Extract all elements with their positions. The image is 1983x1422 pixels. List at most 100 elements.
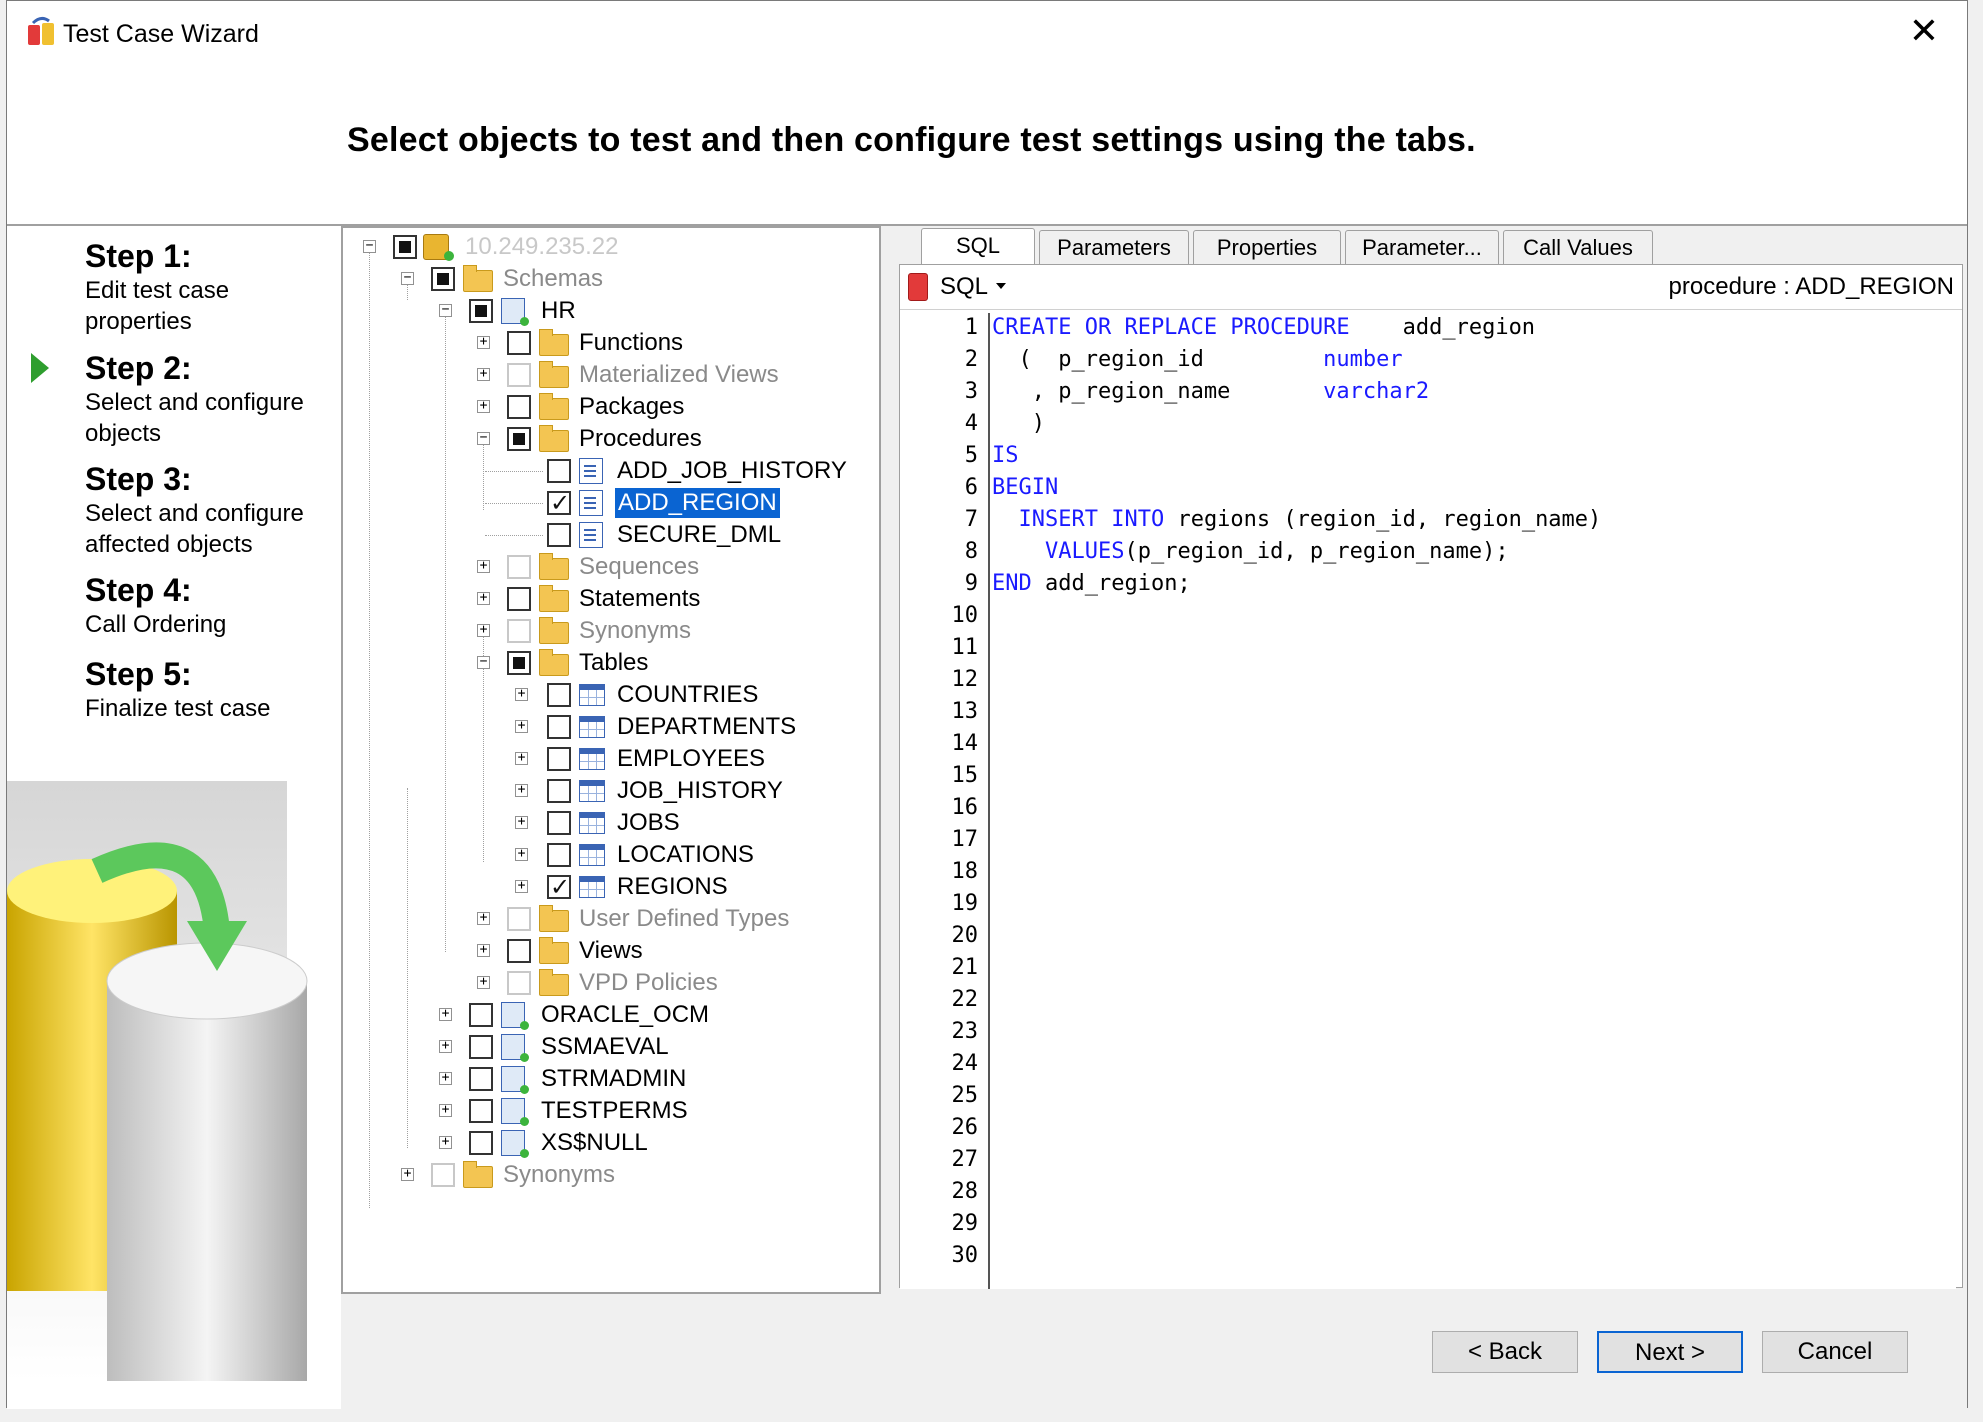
schema-icon (501, 1098, 529, 1126)
expand-icon[interactable]: + (515, 719, 528, 733)
folder-icon (539, 905, 569, 932)
schema-label: ORACLE_OCM (541, 1001, 710, 1028)
expand-icon[interactable]: + (477, 943, 490, 957)
checkbox[interactable] (507, 395, 531, 419)
checkbox[interactable] (547, 779, 571, 803)
expand-icon[interactable]: + (477, 367, 490, 381)
checkbox[interactable] (547, 843, 571, 867)
checkbox[interactable] (507, 907, 531, 931)
checkbox[interactable] (507, 587, 531, 611)
checkbox[interactable] (507, 619, 531, 643)
checkbox[interactable] (547, 715, 571, 739)
expand-icon[interactable]: + (477, 335, 490, 349)
close-icon[interactable]: ✕ (1909, 13, 1939, 49)
collapse-icon[interactable]: − (363, 239, 376, 253)
expand-icon[interactable]: + (439, 1103, 452, 1117)
schema-icon (501, 1002, 529, 1030)
object-label: procedure : ADD_REGION (1668, 273, 1954, 300)
schema-icon (501, 298, 529, 326)
checkbox[interactable] (547, 683, 571, 707)
step-title: Step 3: (85, 461, 192, 497)
checkbox[interactable] (469, 1131, 493, 1155)
expand-icon[interactable]: + (515, 815, 528, 829)
expand-icon[interactable]: + (477, 399, 490, 413)
tab-call-values[interactable]: Call Values (1503, 230, 1653, 264)
checkbox[interactable] (547, 459, 571, 483)
code-area[interactable]: 1 2 3 4 5 6 7 8 9 10 11 12 13 14 15 16 17 18 19 20 21 22 23 24 2… (900, 311, 1956, 1289)
code-line: END add_region; (992, 571, 1191, 596)
step-3: Step 3: Select and configure affected ob… (85, 461, 325, 560)
line-number: 29 (951, 1211, 979, 1236)
back-button[interactable]: < Back (1432, 1331, 1578, 1373)
folder-label: Tables (579, 649, 649, 676)
table-label: COUNTRIES (617, 681, 759, 708)
checkbox[interactable] (507, 331, 531, 355)
schema-label: HR (541, 297, 576, 324)
cancel-button[interactable]: Cancel (1762, 1331, 1908, 1373)
collapse-icon[interactable]: − (477, 655, 490, 669)
collapse-icon[interactable]: − (439, 303, 452, 317)
checkbox-checked[interactable] (547, 872, 571, 902)
checkbox[interactable] (507, 651, 531, 675)
expand-icon[interactable]: + (515, 879, 528, 893)
checkbox[interactable] (469, 299, 493, 323)
table-icon (579, 876, 605, 898)
checkbox[interactable] (547, 747, 571, 771)
expand-icon[interactable]: + (401, 1167, 414, 1181)
collapse-icon[interactable]: − (477, 431, 490, 445)
checkbox[interactable] (547, 523, 571, 547)
sql-mode-dropdown[interactable]: SQL (940, 273, 988, 301)
expand-icon[interactable]: + (439, 1007, 452, 1021)
checkbox[interactable] (507, 363, 531, 387)
sql-database-icon (908, 273, 928, 301)
procedure-label: SECURE_DML (617, 521, 782, 548)
checkbox[interactable] (431, 1163, 455, 1187)
checkbox[interactable] (469, 1099, 493, 1123)
expand-icon[interactable]: + (477, 623, 490, 637)
expand-icon[interactable]: + (477, 975, 490, 989)
next-button[interactable]: Next > (1597, 1331, 1743, 1373)
line-number: 19 (951, 891, 979, 916)
checkbox[interactable] (547, 811, 571, 835)
folder-icon (539, 425, 569, 452)
checkbox[interactable] (507, 939, 531, 963)
checkbox[interactable] (469, 1035, 493, 1059)
checkbox[interactable] (431, 267, 455, 291)
chevron-down-icon[interactable] (996, 283, 1006, 289)
line-number: 11 (951, 635, 979, 660)
folder-label: Sequences (579, 553, 700, 580)
collapse-icon[interactable]: − (401, 271, 414, 285)
expand-icon[interactable]: + (439, 1039, 452, 1053)
checkbox[interactable] (393, 235, 417, 259)
folder-label: Synonyms (579, 617, 692, 644)
line-number: 12 (951, 667, 979, 692)
expand-icon[interactable]: + (515, 847, 528, 861)
checkbox[interactable] (469, 1067, 493, 1091)
expand-icon[interactable]: + (477, 559, 490, 573)
tab-properties[interactable]: Properties (1193, 230, 1341, 264)
checkbox[interactable] (507, 971, 531, 995)
expand-icon[interactable]: + (477, 591, 490, 605)
expand-icon[interactable]: + (515, 783, 528, 797)
table-icon (579, 812, 605, 834)
line-number: 21 (951, 955, 979, 980)
folder-icon (539, 649, 569, 676)
tab-parameter-more[interactable]: Parameter... (1345, 230, 1499, 264)
expand-icon[interactable]: + (515, 687, 528, 701)
checkbox[interactable] (507, 555, 531, 579)
object-tree[interactable]: − 10.249.235.22 − Schemas − HR + Functio… (341, 226, 881, 1294)
checkbox[interactable] (469, 1003, 493, 1027)
procedure-label: ADD_JOB_HISTORY (617, 457, 847, 484)
expand-icon[interactable]: + (477, 911, 490, 925)
folder-icon (539, 393, 569, 420)
procedure-icon (579, 490, 603, 516)
tab-sql[interactable]: SQL (921, 228, 1035, 266)
schema-label: XS$NULL (541, 1129, 648, 1156)
checkbox[interactable] (507, 427, 531, 451)
tab-parameters[interactable]: Parameters (1039, 230, 1189, 264)
table-icon (579, 780, 605, 802)
expand-icon[interactable]: + (439, 1071, 452, 1085)
expand-icon[interactable]: + (439, 1135, 452, 1149)
checkbox-checked[interactable] (547, 488, 571, 518)
expand-icon[interactable]: + (515, 751, 528, 765)
